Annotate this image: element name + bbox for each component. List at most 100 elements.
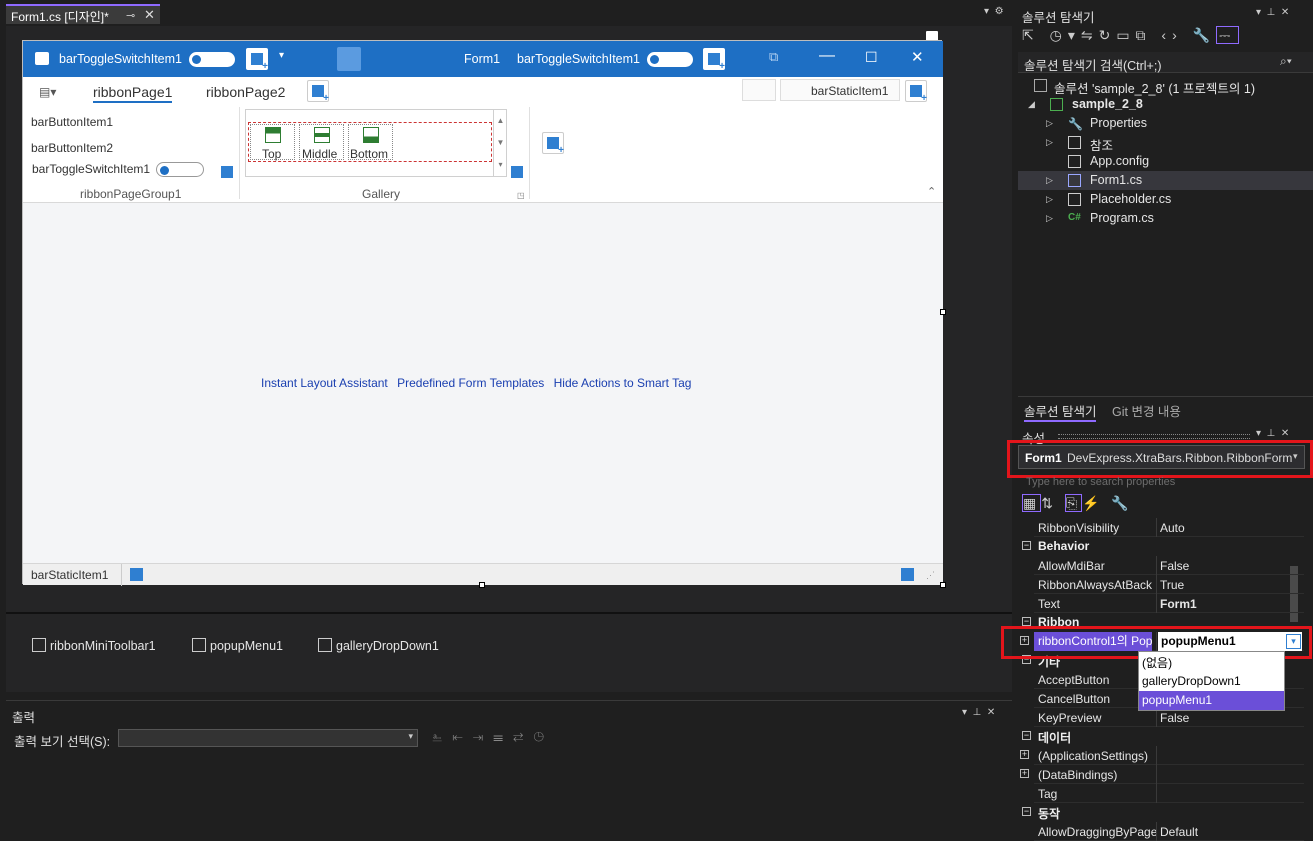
resize-handle[interactable]: [940, 309, 946, 315]
panel-controls[interactable]: ▾ ⊥ ✕: [1256, 428, 1289, 439]
tree-item-properties[interactable]: ▷ 🔧 Properties: [1018, 114, 1313, 133]
resize-handle[interactable]: [940, 582, 946, 588]
panel-controls[interactable]: ▾ ⊥ ✕: [962, 707, 995, 718]
predefined-form-templates-link[interactable]: Predefined Form Templates: [397, 376, 544, 390]
expand-arrow-icon[interactable]: ◢: [1028, 99, 1035, 110]
expand-arrow-icon[interactable]: ▷: [1046, 118, 1053, 129]
gallery[interactable]: Top Middle Bottom ▲ ▼ ▾: [245, 109, 507, 177]
dropdown-option-gallery[interactable]: galleryDropDown1: [1139, 672, 1284, 691]
expand-arrow-icon[interactable]: ▷: [1046, 175, 1053, 186]
property-row[interactable]: AllowMdiBar False: [1034, 556, 1304, 575]
tab-solution-explorer[interactable]: 솔루션 탐색기: [1024, 401, 1097, 422]
add-header-item-button[interactable]: [905, 80, 927, 104]
properties-toolbar[interactable]: ▦⇅ ⎘⚡ 🔧: [1022, 494, 1222, 517]
resize-handle[interactable]: [479, 582, 485, 588]
tab-ribbonpage1[interactable]: ribbonPage1: [93, 84, 173, 103]
expand-box-icon[interactable]: +: [1020, 750, 1029, 759]
add-item-icon[interactable]: [221, 166, 233, 178]
expand-arrow-icon[interactable]: ▷: [1046, 213, 1053, 224]
add-item-button[interactable]: [246, 48, 268, 72]
hide-actions-link[interactable]: Hide Actions to Smart Tag: [554, 376, 692, 390]
add-item-button[interactable]: [703, 48, 725, 72]
solution-search-box[interactable]: 솔루션 탐색기 검색(Ctrl+;) ⌕▾: [1018, 52, 1313, 73]
property-category[interactable]: − 데이터: [1018, 727, 1303, 746]
solution-toolbar[interactable]: ⇱ ◷▾⇋↻▭⧉ ‹› 🔧 ⎓: [1022, 26, 1310, 51]
popup-menu-dropdown-list[interactable]: (없음) galleryDropDown1 popupMenu1: [1138, 651, 1285, 711]
toggle-switch[interactable]: [647, 52, 694, 68]
add-page-button[interactable]: [307, 80, 329, 104]
collapse-box-icon[interactable]: −: [1022, 541, 1031, 550]
panel-controls[interactable]: ▾ ⊥ ✕: [1256, 7, 1289, 18]
tab-options[interactable]: ▾ ⚙: [984, 6, 1004, 17]
toggle-switch[interactable]: [156, 162, 205, 178]
tab-git-changes[interactable]: Git 변경 내용: [1112, 401, 1181, 420]
add-group-button[interactable]: [542, 132, 564, 156]
property-row[interactable]: Text Form1: [1034, 594, 1304, 613]
bar-button-item-1[interactable]: barButtonItem1: [31, 115, 113, 129]
tree-item-app-config[interactable]: App.config: [1018, 152, 1313, 171]
size-grip-icon[interactable]: ⋰: [926, 570, 935, 581]
close-icon[interactable]: ✕: [911, 48, 924, 66]
instant-layout-assistant-link[interactable]: Instant Layout Assistant: [261, 376, 388, 390]
collapse-box-icon[interactable]: −: [1022, 731, 1031, 740]
property-row[interactable]: AllowDraggingByPage Default: [1034, 822, 1304, 841]
restore-layout-icon[interactable]: ⧉: [769, 49, 778, 65]
bar-button-item-2[interactable]: barButtonItem2: [31, 141, 113, 155]
dialog-launcher-icon[interactable]: ◳: [517, 191, 525, 200]
toggle-switch[interactable]: [189, 52, 236, 68]
gallery-item-top[interactable]: Top: [250, 124, 295, 161]
dropdown-option-none[interactable]: (없음): [1139, 652, 1284, 671]
close-tab-icon[interactable]: ✕: [144, 7, 155, 23]
output-toolbar[interactable]: ⎁⇤⇥☰⇄◷: [432, 729, 554, 745]
expand-arrow-icon[interactable]: ▷: [1046, 137, 1053, 148]
add-gallery-item-icon[interactable]: [511, 166, 523, 178]
tree-item-form1[interactable]: ▷ Form1.cs: [1018, 171, 1313, 190]
add-status-item-right-icon[interactable]: [901, 568, 914, 581]
collapse-ribbon-icon[interactable]: ⌃: [927, 185, 936, 198]
gallery-scroll-buttons[interactable]: ▲ ▼ ▾: [493, 110, 507, 176]
maximize-icon[interactable]: ☐: [865, 49, 878, 66]
skin-icon[interactable]: [337, 47, 361, 71]
minimize-icon[interactable]: —: [819, 47, 835, 65]
tray-gallery-dropdown[interactable]: galleryDropDown1: [318, 638, 439, 653]
status-static-item[interactable]: barStaticItem1: [31, 568, 108, 582]
document-tab[interactable]: Form1.cs [디자인]* ⊸ ✕: [6, 4, 160, 24]
header-static-item[interactable]: barStaticItem1: [780, 79, 900, 101]
pin-icon[interactable]: ⊸: [126, 9, 135, 22]
tray-popup-menu[interactable]: popupMenu1: [192, 638, 283, 653]
tab-ribbonpage2[interactable]: ribbonPage2: [206, 84, 285, 100]
header-button[interactable]: [742, 79, 776, 101]
object-selector[interactable]: Form1 DevExpress.XtraBars.Ribbon.RibbonF…: [1018, 445, 1305, 469]
tree-solution[interactable]: 솔루션 'sample_2_8' (1 프로젝트의 1): [1018, 76, 1313, 96]
add-status-item-icon[interactable]: [130, 568, 143, 581]
gallery-item-middle[interactable]: Middle: [299, 124, 344, 161]
expand-arrow-icon[interactable]: ▷: [1046, 194, 1053, 205]
property-row[interactable]: RibbonAlwaysAtBack True: [1034, 575, 1304, 594]
titlebar-toggle-item-right[interactable]: barToggleSwitchItem1: [517, 52, 694, 68]
tree-item-placeholder[interactable]: ▷ Placeholder.cs: [1018, 190, 1313, 209]
tree-item-references[interactable]: ▷ 참조: [1018, 133, 1313, 153]
tree-item-program[interactable]: ▷ C# Program.cs: [1018, 209, 1313, 228]
dropdown-option-popupmenu[interactable]: popupMenu1: [1139, 691, 1284, 710]
expand-box-icon[interactable]: +: [1020, 769, 1029, 778]
form-preview[interactable]: barToggleSwitchItem1 ▾ Form1 barToggleSw…: [22, 40, 943, 586]
qat-dropdown-icon[interactable]: ▾: [279, 50, 284, 61]
titlebar-toggle-item-left[interactable]: barToggleSwitchItem1: [59, 52, 236, 68]
property-category[interactable]: − 동작: [1018, 803, 1303, 822]
tray-ribbon-mini-toolbar[interactable]: ribbonMiniToolbar1: [32, 638, 156, 653]
property-row[interactable]: RibbonVisibility Auto: [1034, 518, 1304, 537]
bar-toggle-switch-item[interactable]: barToggleSwitchItem1: [32, 162, 205, 178]
output-source-select[interactable]: ▾: [118, 729, 418, 747]
app-menu-icon[interactable]: ▤▾: [39, 85, 56, 99]
property-category[interactable]: − Behavior: [1018, 537, 1303, 556]
property-row[interactable]: + (DataBindings): [1020, 765, 1304, 784]
collapse-box-icon[interactable]: −: [1022, 807, 1031, 816]
search-icon[interactable]: ⌕▾: [1280, 54, 1292, 69]
property-row[interactable]: + (ApplicationSettings): [1020, 746, 1304, 765]
properties-search[interactable]: Type here to search properties: [1018, 474, 1310, 492]
gallery-item-bottom[interactable]: Bottom: [348, 124, 393, 161]
property-row[interactable]: Tag: [1034, 784, 1304, 803]
chevron-down-icon[interactable]: ▾: [1293, 451, 1298, 462]
tree-project[interactable]: ◢ sample_2_8: [1018, 95, 1313, 114]
collapse-box-icon[interactable]: −: [1022, 617, 1031, 626]
